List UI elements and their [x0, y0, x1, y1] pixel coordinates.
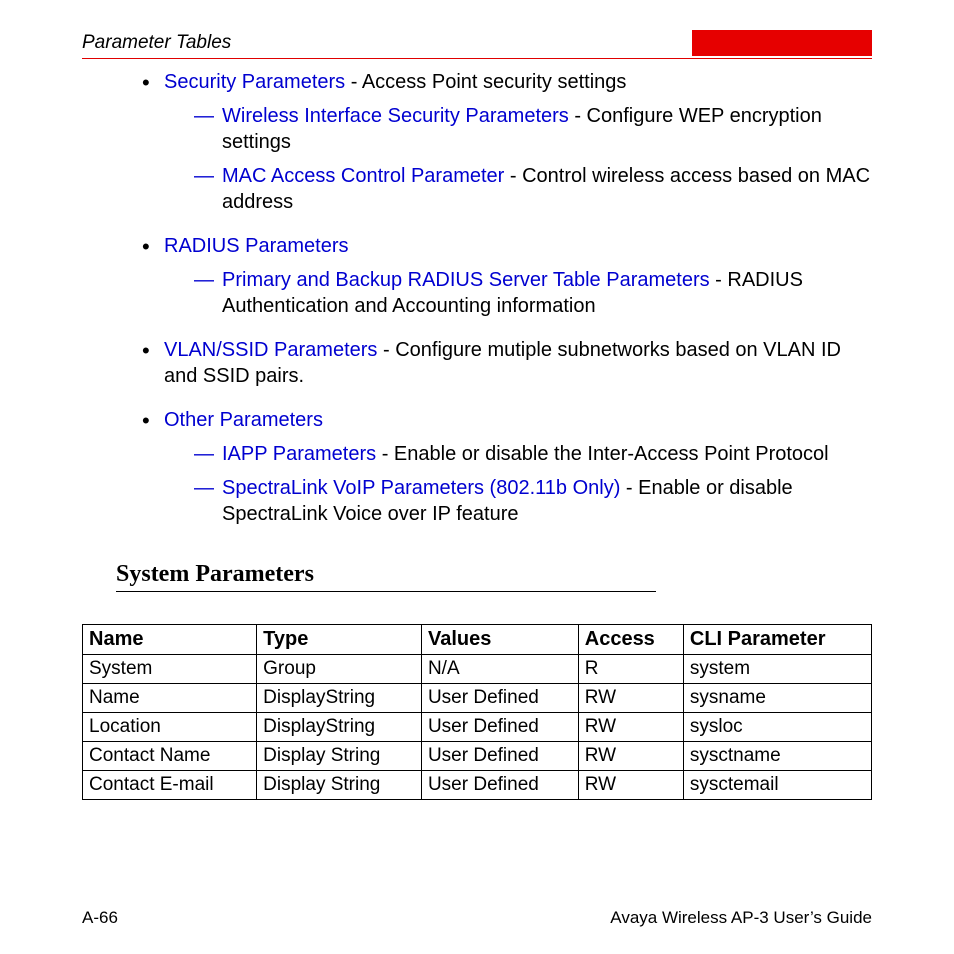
footer: A-66 Avaya Wireless AP-3 User’s Guide [82, 908, 872, 928]
cell: User Defined [421, 684, 578, 713]
header-accent-block [692, 30, 872, 56]
table-row: Name DisplayString User Defined RW sysna… [83, 684, 872, 713]
sub-list: — Primary and Backup RADIUS Server Table… [164, 267, 872, 319]
col-type: Type [257, 625, 422, 655]
header-row: Parameter Tables [82, 30, 872, 59]
cell: sysname [683, 684, 871, 713]
link-other-parameters[interactable]: Other Parameters [164, 409, 323, 431]
header-title: Parameter Tables [82, 32, 231, 54]
table-row: Location DisplayString User Defined RW s… [83, 713, 872, 742]
cell: RW [578, 742, 683, 771]
link-spectralink-voip[interactable]: SpectraLink VoIP Parameters (802.11b Onl… [222, 477, 620, 499]
cell: RW [578, 684, 683, 713]
cell: Location [83, 713, 257, 742]
cell: sysctemail [683, 771, 871, 800]
cell: Contact E-mail [83, 771, 257, 800]
dash-icon: — [194, 163, 214, 189]
sub-item: — MAC Access Control Parameter - Control… [194, 163, 872, 215]
cell: Display String [257, 771, 422, 800]
link-wireless-interface-security[interactable]: Wireless Interface Security Parameters [222, 105, 569, 127]
link-radius-parameters[interactable]: RADIUS Parameters [164, 235, 349, 257]
parameter-list: Security Parameters - Access Point secur… [82, 69, 872, 527]
table-row: Contact Name Display String User Defined… [83, 742, 872, 771]
col-access: Access [578, 625, 683, 655]
cell: sysloc [683, 713, 871, 742]
link-security-parameters[interactable]: Security Parameters [164, 71, 345, 93]
sub-item: — SpectraLink VoIP Parameters (802.11b O… [194, 475, 872, 527]
list-item: Security Parameters - Access Point secur… [142, 69, 872, 215]
cell: system [683, 655, 871, 684]
cell: RW [578, 771, 683, 800]
sub-list: — Wireless Interface Security Parameters… [164, 103, 872, 215]
page-number: A-66 [82, 908, 118, 928]
sub-item: — IAPP Parameters - Enable or disable th… [194, 441, 872, 467]
cell: User Defined [421, 771, 578, 800]
sub-item: — Wireless Interface Security Parameters… [194, 103, 872, 155]
col-name: Name [83, 625, 257, 655]
dash-icon: — [194, 267, 214, 293]
link-iapp-parameters[interactable]: IAPP Parameters [222, 443, 376, 465]
list-item: VLAN/SSID Parameters - Configure mutiple… [142, 337, 872, 389]
page: Parameter Tables Security Parameters - A… [0, 0, 954, 954]
table-row: Contact E-mail Display String User Defin… [83, 771, 872, 800]
link-primary-backup-radius[interactable]: Primary and Backup RADIUS Server Table P… [222, 269, 710, 291]
cell: RW [578, 713, 683, 742]
system-parameters-table: Name Type Values Access CLI Parameter Sy… [82, 624, 872, 800]
sub-item: — Primary and Backup RADIUS Server Table… [194, 267, 872, 319]
table-header-row: Name Type Values Access CLI Parameter [83, 625, 872, 655]
sub-list: — IAPP Parameters - Enable or disable th… [164, 441, 872, 527]
section-heading: System Parameters [116, 561, 656, 592]
cell: Group [257, 655, 422, 684]
table-row: System Group N/A R system [83, 655, 872, 684]
cell: DisplayString [257, 684, 422, 713]
dash-icon: — [194, 103, 214, 129]
cell: sysctname [683, 742, 871, 771]
dash-icon: — [194, 441, 214, 467]
cell: N/A [421, 655, 578, 684]
link-mac-access-control[interactable]: MAC Access Control Parameter [222, 165, 504, 187]
cell: Name [83, 684, 257, 713]
cell: DisplayString [257, 713, 422, 742]
sub-desc: - Enable or disable the Inter-Access Poi… [376, 443, 828, 465]
footer-title: Avaya Wireless AP-3 User’s Guide [610, 908, 872, 928]
item-desc: - Access Point security settings [345, 71, 626, 93]
cell: Display String [257, 742, 422, 771]
col-cli: CLI Parameter [683, 625, 871, 655]
cell: R [578, 655, 683, 684]
col-values: Values [421, 625, 578, 655]
cell: System [83, 655, 257, 684]
cell: Contact Name [83, 742, 257, 771]
link-vlan-ssid-parameters[interactable]: VLAN/SSID Parameters [164, 339, 377, 361]
list-item: RADIUS Parameters — Primary and Backup R… [142, 233, 872, 319]
cell: User Defined [421, 713, 578, 742]
dash-icon: — [194, 475, 214, 501]
list-item: Other Parameters — IAPP Parameters - Ena… [142, 407, 872, 527]
cell: User Defined [421, 742, 578, 771]
